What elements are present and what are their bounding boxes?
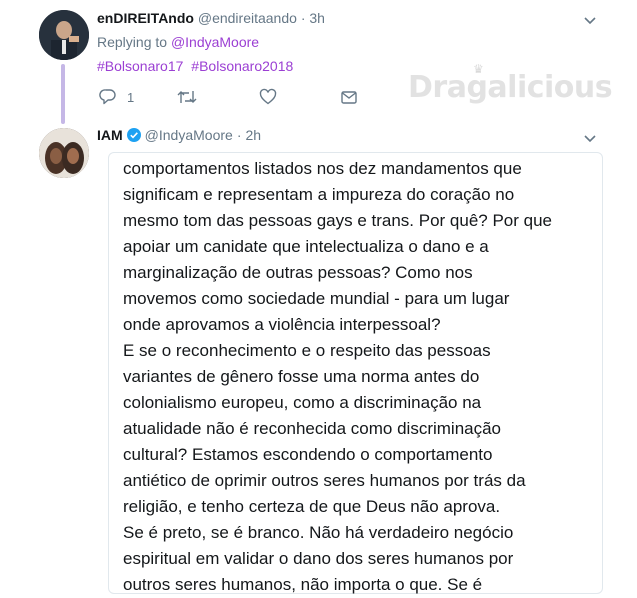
replying-to-line: Replying to @IndyaMoore bbox=[97, 34, 259, 50]
dm-icon bbox=[341, 91, 357, 104]
text-line: cultural? Estamos escondendo o comportam… bbox=[123, 445, 493, 464]
text-line: comportamentos listados nos dez mandamen… bbox=[123, 159, 522, 178]
avatar-endireitaando[interactable] bbox=[39, 10, 89, 60]
hashtag-link[interactable]: #Bolsonaro17 bbox=[97, 58, 183, 74]
chevron-down-icon[interactable] bbox=[582, 130, 598, 146]
tweet1-time[interactable]: 3h bbox=[309, 10, 325, 26]
tweet2-body-text: comportamentos listados nos dez mandamen… bbox=[123, 156, 593, 598]
thread-connector-line bbox=[61, 64, 65, 124]
text-line: outros seres humanos, não importa o que.… bbox=[123, 575, 483, 594]
tweet1-display-name[interactable]: enDIREITAndo bbox=[97, 10, 194, 26]
retweet-action[interactable] bbox=[177, 88, 197, 106]
crown-icon: ♛ bbox=[473, 62, 484, 76]
chevron-down-icon[interactable] bbox=[582, 12, 598, 28]
watermark-logo: Dragalicious bbox=[408, 70, 613, 105]
tweet2-handle[interactable]: @IndyaMoore bbox=[145, 127, 233, 143]
text-line: Se é preto, se é branco. Não há verdadei… bbox=[123, 523, 514, 542]
text-line: E se o reconhecimento e o respeito das p… bbox=[123, 341, 491, 360]
text-line: mesmo tom das pessoas gays e trans. Por … bbox=[123, 211, 553, 230]
tweet2-time[interactable]: 2h bbox=[246, 127, 262, 143]
text-line: significam e representam a impureza do c… bbox=[123, 185, 515, 204]
text-line: antiético de oprimir outros seres humano… bbox=[123, 471, 526, 490]
retweet-icon bbox=[177, 91, 197, 103]
like-icon bbox=[259, 88, 277, 105]
tweet2-separator: · bbox=[236, 127, 242, 143]
tweet1-actions: 1 bbox=[97, 88, 377, 112]
text-line: movemos como sociedade mundial - para um… bbox=[123, 289, 510, 308]
reply-count: 1 bbox=[127, 89, 135, 105]
reply-icon bbox=[99, 89, 116, 105]
text-line: colonialismo europeu, como a discriminaç… bbox=[123, 393, 482, 412]
hashtag-link[interactable]: #Bolsonaro2018 bbox=[191, 58, 293, 74]
replying-to-link[interactable]: @IndyaMoore bbox=[171, 34, 259, 50]
text-line: apoiar um canidate que intelectualiza o … bbox=[123, 237, 489, 256]
tweet1-handle[interactable]: @endireitaando bbox=[198, 10, 297, 26]
tweet1-separator: · bbox=[300, 10, 306, 26]
text-line: religião, e tenho certeza de que Deus nã… bbox=[123, 497, 501, 516]
reply-action[interactable]: 1 bbox=[99, 88, 134, 106]
text-line: variantes de gênero fosse uma norma ante… bbox=[123, 367, 480, 386]
tweet1-hashtags: #Bolsonaro17 #Bolsonaro2018 bbox=[97, 58, 297, 74]
tweet1-header: enDIREITAndo @endireitaando · 3h bbox=[97, 10, 325, 26]
replying-prefix: Replying to bbox=[97, 34, 168, 50]
avatar-indyamoore[interactable] bbox=[39, 128, 89, 178]
text-line: onde aprovamos a violência interpessoal? bbox=[123, 315, 441, 334]
text-line: espiritual em validar o dano dos seres h… bbox=[123, 549, 514, 568]
like-action[interactable] bbox=[259, 88, 277, 106]
verified-badge-icon bbox=[126, 128, 141, 142]
tweet2-display-name[interactable]: IAM bbox=[97, 127, 123, 143]
text-line: marginalização de outras pessoas? Como n… bbox=[123, 263, 473, 282]
tweet2-header: IAM @IndyaMoore · 2h bbox=[97, 127, 261, 143]
text-line: atualidade não é reconhecida como discri… bbox=[123, 419, 502, 438]
dm-action[interactable] bbox=[340, 88, 358, 106]
